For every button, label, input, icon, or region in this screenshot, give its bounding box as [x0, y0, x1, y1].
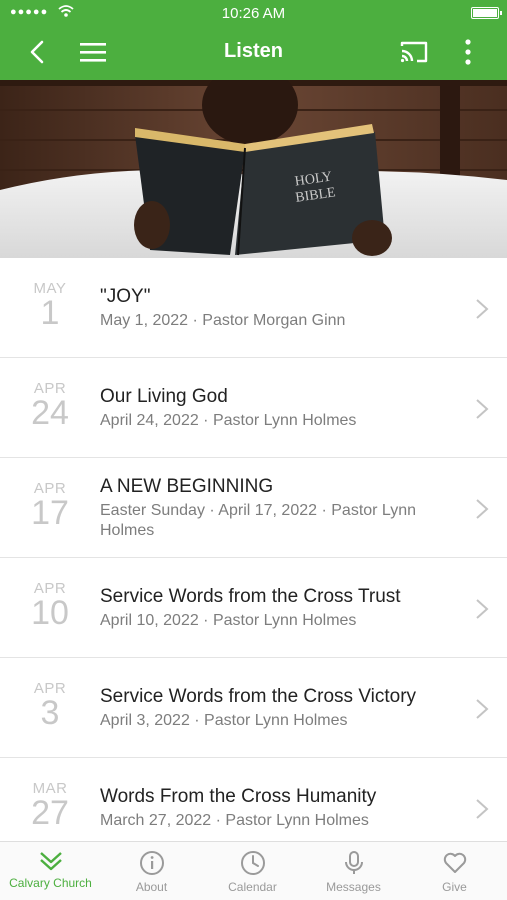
date-day: 10: [31, 594, 69, 632]
date-badge: APR 24: [20, 380, 80, 432]
chevron-right-icon: [476, 699, 489, 719]
tab-calendar[interactable]: Calendar: [202, 842, 303, 900]
sermon-row[interactable]: MAY 1 "JOY" May 1, 2022 · Pastor Morgan …: [0, 258, 507, 358]
chevron-right-icon: [476, 399, 489, 419]
chevron-right-icon: [476, 299, 489, 319]
status-time: 10:26 AM: [221, 5, 286, 22]
date-badge: APR 10: [20, 580, 80, 632]
date-day: 17: [31, 494, 69, 532]
date-day: 24: [31, 394, 69, 432]
back-icon[interactable]: [24, 38, 52, 66]
date-day: 3: [40, 694, 60, 732]
tab-label: Messages: [326, 880, 381, 894]
tab-calvary-church[interactable]: Calvary Church: [0, 842, 101, 900]
sermon-title: Service Words from the Cross Victory: [100, 686, 417, 707]
chevron-right-icon: [476, 499, 489, 519]
date-badge: MAY 1: [20, 280, 80, 332]
heart-icon: [443, 852, 466, 873]
tab-about[interactable]: About: [101, 842, 202, 900]
sermon-row[interactable]: APR 3 Service Words from the Cross Victo…: [0, 658, 507, 758]
sermon-title: Service Words from the Cross Trust: [100, 586, 401, 607]
sermon-meta: May 1, 2022 · Pastor Morgan Ginn: [100, 312, 346, 329]
hero-banner-image: HOLY BIBLE: [0, 80, 507, 258]
sermon-row[interactable]: APR 10 Service Words from the Cross Trus…: [0, 558, 507, 658]
sermon-row[interactable]: APR 24 Our Living God April 24, 2022 · P…: [0, 358, 507, 458]
sermon-meta: April 3, 2022 · Pastor Lynn Holmes: [100, 712, 348, 729]
status-bar: ●●●●● 10:26 AM: [0, 0, 507, 26]
chevrons-down-icon: [39, 852, 62, 871]
info-icon: [139, 851, 164, 875]
tab-label: About: [135, 880, 168, 894]
bottom-tab-bar: Calvary Church About Calendar Messages G…: [0, 841, 507, 900]
sermon-meta: Easter Sunday · April 17, 2022 · Pastor …: [100, 502, 417, 539]
chevron-right-icon: [476, 799, 489, 819]
app-header: ●●●●● 10:26 AM Listen: [0, 0, 507, 80]
tab-label: Calvary Church: [9, 876, 92, 890]
tab-give[interactable]: Give: [404, 842, 505, 900]
sermon-row[interactable]: APR 17 A NEW BEGINNING Easter Sunday · A…: [0, 458, 507, 558]
nav-bar: Listen: [0, 28, 507, 76]
sermon-title: Words From the Cross Humanity: [100, 786, 377, 807]
tab-label: Give: [442, 880, 467, 894]
bible-reading-illustration: HOLY BIBLE: [0, 80, 507, 258]
date-badge: MAR 27: [20, 780, 80, 832]
tab-label: Calendar: [228, 880, 277, 894]
more-options-icon[interactable]: [456, 38, 480, 66]
sermon-title: "JOY": [100, 286, 151, 307]
tab-messages[interactable]: Messages: [303, 842, 404, 900]
sermon-row[interactable]: MAR 27 Words From the Cross Humanity Mar…: [0, 758, 507, 841]
clock-icon: [240, 851, 265, 875]
date-badge: APR 17: [20, 480, 80, 532]
sermon-title: A NEW BEGINNING: [100, 476, 274, 497]
sermon-list: MAY 1 "JOY" May 1, 2022 · Pastor Morgan …: [0, 258, 507, 841]
sermon-meta: March 27, 2022 · Pastor Lynn Holmes: [100, 812, 369, 829]
hamburger-menu-icon[interactable]: [78, 39, 108, 65]
date-badge: APR 3: [20, 680, 80, 732]
sermon-meta: April 10, 2022 · Pastor Lynn Holmes: [100, 612, 357, 629]
sermon-title: Our Living God: [100, 386, 228, 407]
date-day: 1: [40, 294, 60, 332]
date-day: 27: [31, 794, 69, 832]
battery-icon: [471, 7, 502, 19]
page-title: Listen: [224, 40, 283, 62]
microphone-icon: [344, 851, 363, 874]
cast-icon[interactable]: [398, 38, 430, 66]
chevron-right-icon: [476, 599, 489, 619]
sermon-meta: April 24, 2022 · Pastor Lynn Holmes: [100, 412, 357, 429]
